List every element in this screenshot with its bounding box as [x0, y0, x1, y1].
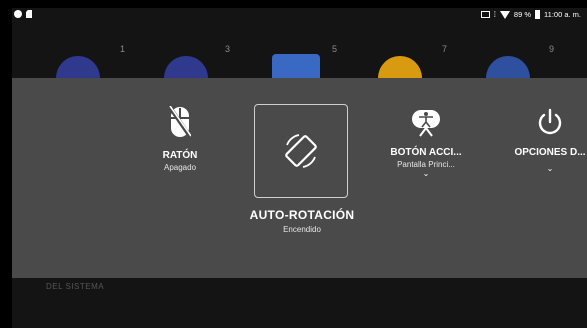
tile-label: RATÓN [162, 150, 198, 161]
power-icon [538, 108, 562, 135]
tile-power-options[interactable]: OPCIONES D... ⌄ [508, 106, 587, 174]
tile-label: AUTO-ROTACIÓN [249, 208, 355, 222]
auto-rotation-label-group: AUTO-ROTACIÓN Encendido [212, 208, 392, 234]
accessibility-button-icon [412, 110, 440, 137]
page-number: 7 [442, 44, 448, 54]
battery-icon [535, 10, 541, 19]
page-number: 1 [120, 44, 126, 54]
tile-label: OPCIONES D... [514, 147, 586, 158]
battery-percent: 89 % [513, 10, 532, 19]
page-number: 5 [332, 44, 338, 54]
chevron-down-icon[interactable]: ⌄ [508, 164, 587, 174]
chevron-down-icon[interactable]: ⌄ [380, 169, 472, 179]
tile-accessibility-button[interactable]: BOTÓN ACCI... Pantalla Princi... ⌄ [380, 106, 472, 179]
tile-status: Encendido [283, 225, 321, 234]
circle-icon [14, 10, 22, 18]
system-section-label: DEL SISTEMA [46, 282, 105, 291]
rotate-icon [285, 134, 317, 168]
vibrate-icon: ⁞ [493, 9, 496, 19]
status-bar: ⁞ 89 % 11:00 a. m. [12, 8, 587, 22]
tile-status: Pantalla Princi... [397, 160, 455, 169]
screen: 1 3 5 7 9 ⁞ 89 % 11:00 a. m. RATÓN Apaga… [12, 8, 587, 328]
quick-settings-panel: RATÓN Apagado AUTO-ROTACIÓN Encendido BO… [12, 78, 587, 278]
screenshot-icon [480, 11, 490, 18]
tile-mouse[interactable]: RATÓN Apagado [140, 106, 220, 172]
page-number: 9 [549, 44, 555, 54]
tile-auto-rotation[interactable] [254, 104, 348, 198]
mouse-icon [169, 106, 191, 138]
clock: 11:00 a. m. [544, 10, 581, 19]
tile-status: Apagado [163, 163, 197, 172]
sim-icon [26, 10, 32, 18]
wifi-icon [499, 10, 510, 19]
tile-label: BOTÓN ACCI... [390, 147, 462, 158]
page-number: 3 [225, 44, 231, 54]
